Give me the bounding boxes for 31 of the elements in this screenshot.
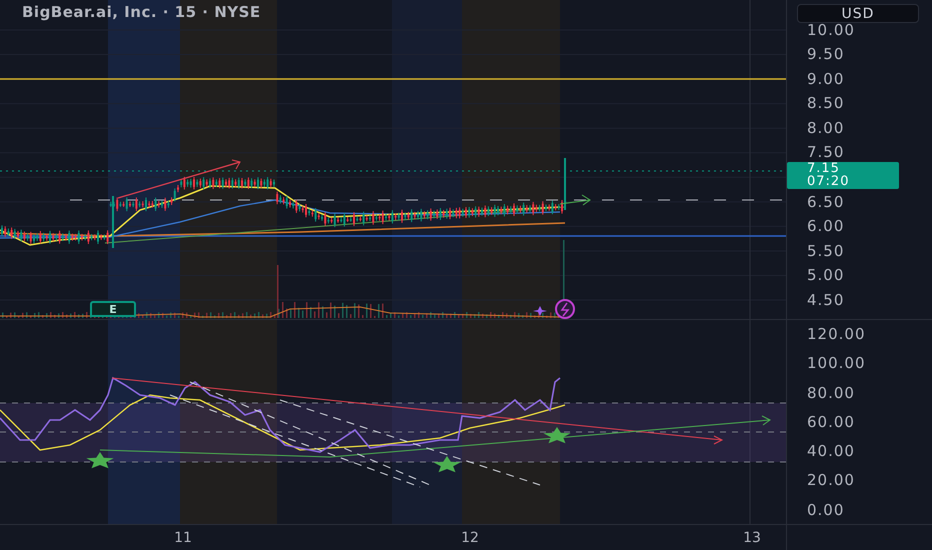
rsi-axis-label: 80.00 [806, 382, 856, 404]
currency-button[interactable]: USD [797, 4, 919, 23]
price-axis-label: 6.00 [806, 216, 846, 238]
lightning-icon[interactable] [555, 299, 575, 319]
trend-arrow [560, 194, 591, 206]
rsi-axis-label: 60.00 [806, 412, 856, 433]
time-axis-label: 12 [461, 530, 479, 546]
price-axis-label: 6.50 [806, 192, 846, 213]
time-axis-label: 11 [174, 530, 192, 546]
bar-countdown: 07:20 [807, 176, 850, 188]
chart-title: BigBear.ai, Inc. · 15 · NYSE [22, 3, 261, 21]
rsi-axis-label: 20.00 [806, 470, 856, 492]
rsi-axis-label: 0.00 [806, 500, 846, 521]
price-axis-label: 8.00 [806, 118, 846, 139]
rsi-axis-label: 100.00 [806, 353, 866, 374]
star-icon [86, 452, 114, 468]
star-icon [543, 427, 571, 444]
star-icon [433, 456, 461, 472]
price-axis-label: 9.00 [806, 68, 846, 90]
price-axis-label: 8.50 [806, 93, 846, 114]
sparkle-icon[interactable] [533, 306, 547, 316]
rsi-axis-label: 120.00 [806, 324, 866, 345]
price-axis-label: 7.50 [806, 142, 846, 162]
price-axis-label: 4.50 [806, 290, 846, 311]
price-axis-label: 5.00 [806, 265, 846, 286]
time-axis-label: 13 [743, 530, 761, 546]
last-price: 7.15 [807, 163, 840, 176]
rsi-axis-label: 40.00 [806, 441, 856, 462]
price-axis-label: 9.50 [806, 44, 846, 66]
price-axis-label: 5.50 [806, 240, 846, 262]
earnings-marker[interactable]: E [90, 301, 136, 317]
